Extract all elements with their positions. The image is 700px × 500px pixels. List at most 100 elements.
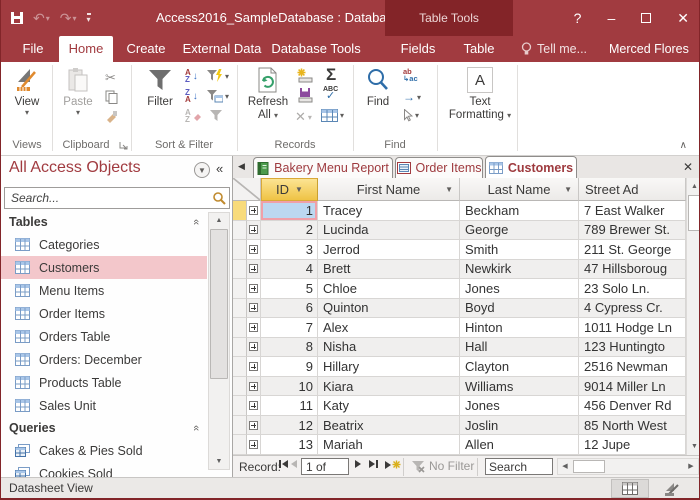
- delete-record-button[interactable]: ✕▾: [295, 109, 312, 125]
- close-document-icon[interactable]: ✕: [683, 160, 693, 174]
- save-record-button[interactable]: [297, 88, 313, 103]
- record-selector[interactable]: [233, 338, 247, 358]
- record-selector[interactable]: [233, 357, 247, 377]
- record-search-input[interactable]: [486, 459, 552, 474]
- design-view-button[interactable]: [653, 479, 691, 498]
- cell-id[interactable]: 12: [261, 416, 318, 436]
- find-button[interactable]: Find: [359, 64, 397, 109]
- cell-last-name[interactable]: Beckham: [460, 201, 579, 221]
- nav-section-header[interactable]: Queries«: [1, 417, 207, 439]
- cell-street[interactable]: 47 Hillsboroug: [579, 260, 686, 280]
- column-header-street[interactable]: Street Ad: [579, 178, 686, 201]
- doc-tab-order-items[interactable]: Order Items: [395, 157, 483, 178]
- cell-last-name[interactable]: Allen: [460, 435, 579, 455]
- help-button[interactable]: ?: [574, 10, 582, 26]
- nav-pane-scrollbar[interactable]: ▲ ▼: [208, 212, 230, 470]
- cell-first-name[interactable]: Kiara: [318, 377, 460, 397]
- remove-sort-button[interactable]: AZ: [185, 109, 202, 123]
- advanced-filter-button[interactable]: ▾: [207, 89, 229, 103]
- expand-row-button[interactable]: [247, 318, 261, 338]
- nav-item-categories[interactable]: Categories: [1, 233, 207, 256]
- tell-me-box[interactable]: Tell me...: [521, 36, 587, 62]
- close-button[interactable]: ✕: [677, 10, 689, 27]
- scroll-up-icon[interactable]: ▲: [687, 179, 700, 194]
- cell-street[interactable]: 2516 Newman: [579, 357, 686, 377]
- cell-street[interactable]: 9014 Miller Ln: [579, 377, 686, 397]
- undo-icon[interactable]: ↶▾: [33, 10, 50, 27]
- spelling-button[interactable]: ABC✓: [323, 86, 338, 100]
- tab-file[interactable]: File: [13, 36, 53, 62]
- goto-button[interactable]: →▾: [403, 90, 421, 104]
- cell-street[interactable]: 4 Cypress Cr.: [579, 299, 686, 319]
- totals-button[interactable]: Σ: [326, 67, 336, 83]
- nav-search-input[interactable]: [9, 189, 204, 207]
- cell-id[interactable]: 5: [261, 279, 318, 299]
- record-position-box[interactable]: 1 of 200: [301, 458, 349, 475]
- cell-id[interactable]: 3: [261, 240, 318, 260]
- nav-item-products-table[interactable]: Products Table: [1, 371, 207, 394]
- search-icon[interactable]: [212, 191, 226, 210]
- cell-id[interactable]: 9: [261, 357, 318, 377]
- expand-row-button[interactable]: [247, 338, 261, 358]
- cell-street[interactable]: 123 Huntingto: [579, 338, 686, 358]
- collapse-ribbon-icon[interactable]: ∧: [680, 140, 687, 151]
- user-name[interactable]: Merced Flores: [609, 36, 689, 62]
- text-formatting-button[interactable]: A Text Formatting ▾: [447, 64, 513, 122]
- record-selector[interactable]: [233, 299, 247, 319]
- nav-item-sales-unit[interactable]: Sales Unit: [1, 394, 207, 417]
- toggle-filter-button[interactable]: [209, 109, 223, 122]
- scroll-down-icon[interactable]: ▼: [687, 439, 700, 454]
- cell-id[interactable]: 10: [261, 377, 318, 397]
- nav-pane-menu-button[interactable]: ▼: [194, 162, 210, 178]
- cell-first-name[interactable]: Katy: [318, 396, 460, 416]
- filter-button[interactable]: Filter: [139, 64, 181, 109]
- expand-row-button[interactable]: [247, 357, 261, 377]
- expand-row-button[interactable]: [247, 221, 261, 241]
- cell-street[interactable]: 85 North West: [579, 416, 686, 436]
- new-blank-record-button[interactable]: [385, 460, 401, 469]
- expand-row-button[interactable]: [247, 260, 261, 280]
- shutter-bar-close-icon[interactable]: «: [216, 161, 223, 176]
- cell-first-name[interactable]: Alex: [318, 318, 460, 338]
- cell-first-name[interactable]: Quinton: [318, 299, 460, 319]
- paste-button[interactable]: Paste ▾: [57, 64, 99, 117]
- cell-last-name[interactable]: Hall: [460, 338, 579, 358]
- cell-first-name[interactable]: Mariah: [318, 435, 460, 455]
- customize-quick-access-icon[interactable]: ▾: [87, 13, 91, 23]
- record-selector[interactable]: [233, 377, 247, 397]
- scrollbar-thumb[interactable]: [573, 460, 605, 473]
- cell-last-name[interactable]: Jones: [460, 396, 579, 416]
- cell-first-name[interactable]: Lucinda: [318, 221, 460, 241]
- cell-id[interactable]: 8: [261, 338, 318, 358]
- cell-street[interactable]: 1011 Hodge Ln: [579, 318, 686, 338]
- replace-button[interactable]: ab↳ac: [403, 68, 418, 82]
- cell-id[interactable]: 13: [261, 435, 318, 455]
- cell-first-name[interactable]: Beatrix: [318, 416, 460, 436]
- record-selector[interactable]: [233, 318, 247, 338]
- tab-scroll-left-icon[interactable]: ◀: [238, 161, 245, 172]
- new-record-button[interactable]: [297, 68, 313, 83]
- expand-row-button[interactable]: [247, 240, 261, 260]
- cell-first-name[interactable]: Hillary: [318, 357, 460, 377]
- scroll-down-icon[interactable]: ▼: [209, 454, 229, 469]
- cell-first-name[interactable]: Brett: [318, 260, 460, 280]
- datasheet-view-button[interactable]: [611, 479, 649, 498]
- cell-first-name[interactable]: Chloe: [318, 279, 460, 299]
- scrollbar-thumb[interactable]: [210, 229, 228, 379]
- cell-last-name[interactable]: George: [460, 221, 579, 241]
- tab-database-tools[interactable]: Database Tools: [269, 36, 363, 62]
- column-header-first-name[interactable]: First Name▼: [318, 178, 460, 201]
- scroll-left-icon[interactable]: ◀: [558, 459, 572, 474]
- nav-item-menu-items[interactable]: Menu Items: [1, 279, 207, 302]
- cell-last-name[interactable]: Clayton: [460, 357, 579, 377]
- doc-tab-customers[interactable]: Customers: [485, 156, 577, 178]
- cell-last-name[interactable]: Boyd: [460, 299, 579, 319]
- scrollbar-thumb[interactable]: [688, 195, 700, 231]
- tab-table[interactable]: Table: [451, 36, 507, 62]
- minimize-button[interactable]: –: [607, 10, 615, 26]
- column-header-last-name[interactable]: Last Name▼: [460, 178, 579, 201]
- column-header-id[interactable]: ID▼: [261, 178, 318, 201]
- scroll-up-icon[interactable]: ▲: [209, 213, 229, 228]
- nav-pane-title[interactable]: All Access Objects: [9, 159, 141, 177]
- tab-external-data[interactable]: External Data: [179, 36, 265, 62]
